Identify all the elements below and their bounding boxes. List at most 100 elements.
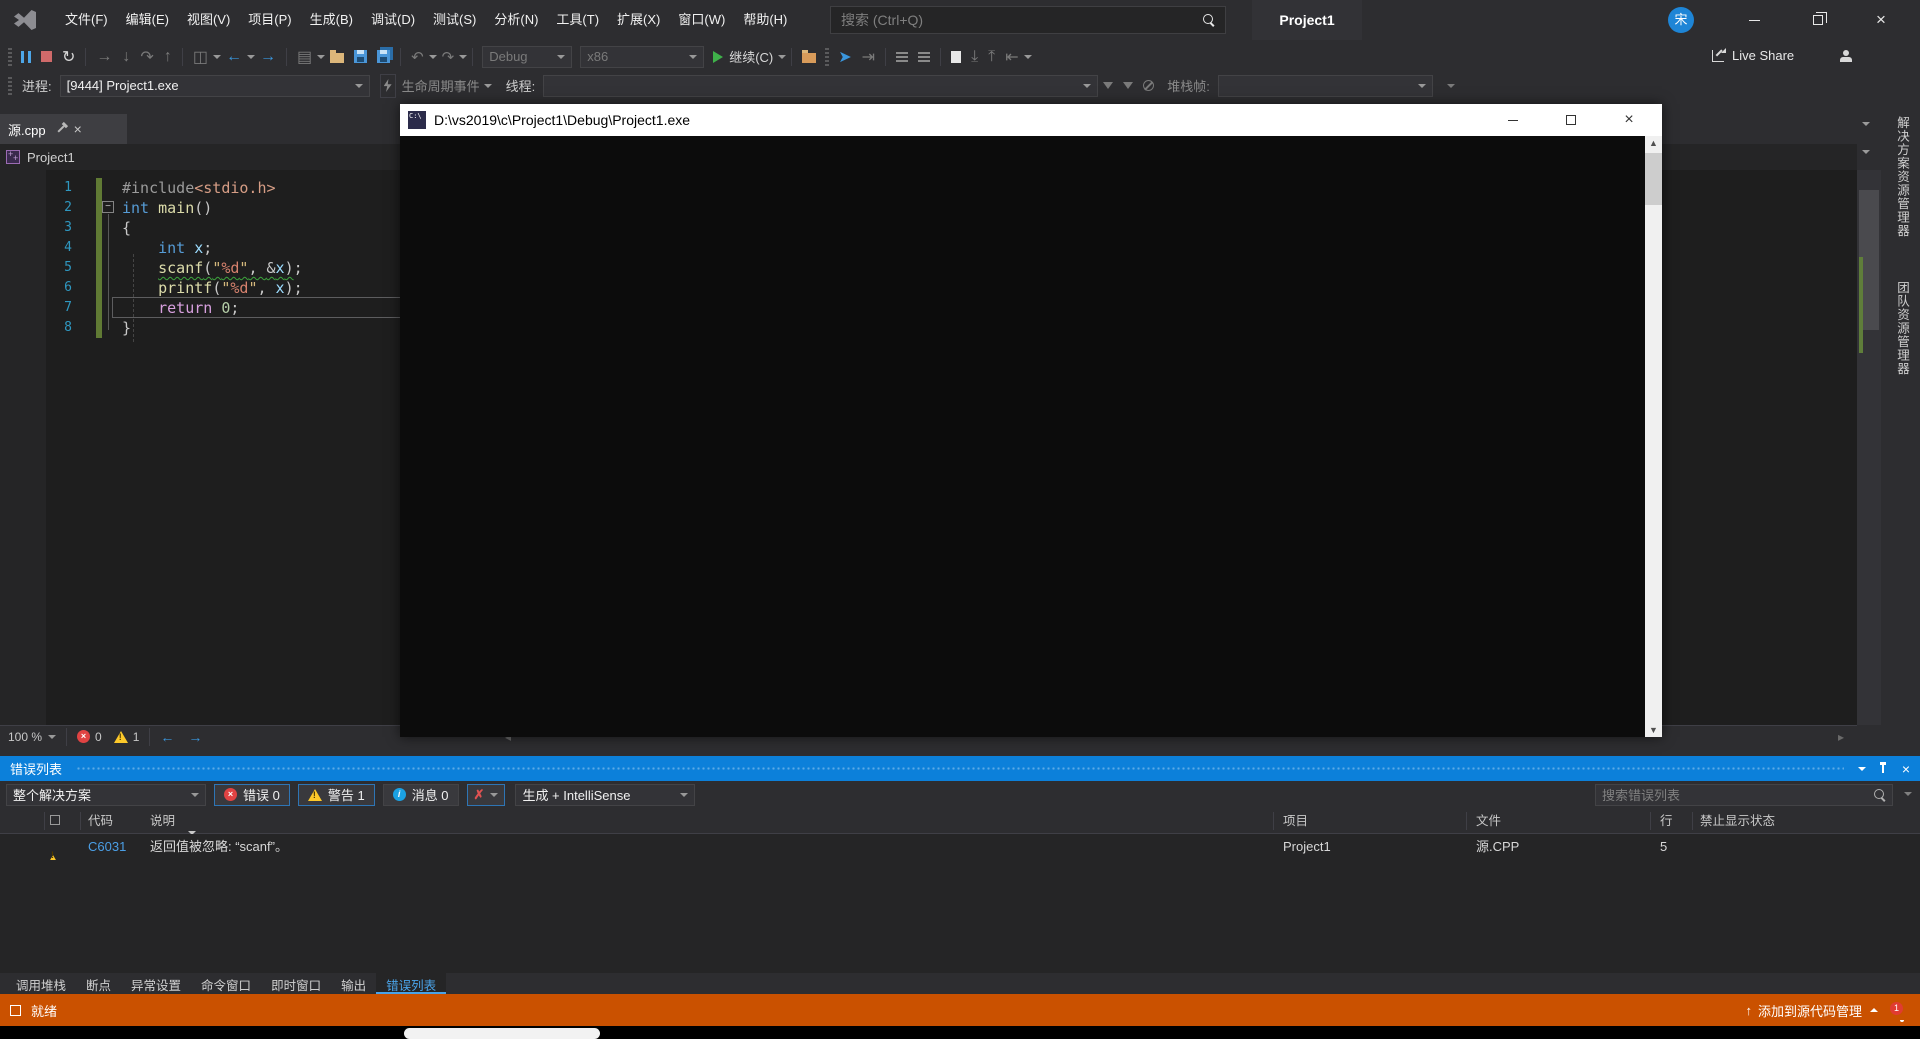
- code-line[interactable]: int x;: [122, 238, 212, 258]
- panel-tab[interactable]: 异常设置: [121, 973, 191, 994]
- add-to-source-control-button[interactable]: 添加到源代码管理: [1758, 1001, 1862, 1020]
- search-icon[interactable]: [1203, 14, 1215, 26]
- code-line[interactable]: return 0;: [122, 298, 239, 318]
- background-tasks-icon[interactable]: [10, 1005, 21, 1016]
- scope-filter-dropdown[interactable]: 整个解决方案: [6, 784, 206, 806]
- solution-configuration-dropdown[interactable]: Debug: [482, 46, 572, 68]
- close-icon[interactable]: ×: [1902, 761, 1910, 777]
- chevron-down-icon[interactable]: [247, 55, 255, 59]
- panel-tab[interactable]: 即时窗口: [261, 973, 331, 994]
- stop-debugging-button[interactable]: [38, 45, 55, 69]
- show-next-statement-button[interactable]: →: [93, 45, 115, 69]
- panel-tab[interactable]: 断点: [76, 973, 121, 994]
- column-line[interactable]: 行: [1660, 808, 1673, 834]
- console-window[interactable]: C:\ D:\vs2019\c\Project1\Debug\Project1.…: [400, 104, 1662, 737]
- menu-item[interactable]: 生成(B): [301, 0, 362, 40]
- show-next-statement-button[interactable]: ⇥: [859, 45, 878, 69]
- document-dropdown-icon[interactable]: [1862, 122, 1870, 126]
- flagged-only-button[interactable]: [1120, 74, 1136, 98]
- menu-item[interactable]: 扩展(X): [608, 0, 669, 40]
- chevron-down-icon[interactable]: [317, 55, 325, 59]
- console-title-bar[interactable]: C:\ D:\vs2019\c\Project1\Debug\Project1.…: [400, 104, 1662, 136]
- navigate-back-button[interactable]: ←: [223, 45, 245, 69]
- panel-tab[interactable]: 调用堆栈: [6, 973, 76, 994]
- document-tab-source-cpp[interactable]: 源.cpp ×: [0, 114, 127, 144]
- pin-icon[interactable]: [1882, 765, 1884, 773]
- undo-button[interactable]: ↶: [408, 45, 427, 69]
- live-share-button[interactable]: Live Share: [1712, 48, 1794, 63]
- window-position-icon[interactable]: [1858, 767, 1866, 771]
- chevron-down-icon[interactable]: [213, 55, 221, 59]
- menu-item[interactable]: 分析(N): [485, 0, 547, 40]
- step-shortcut-button[interactable]: ⤓: [968, 45, 981, 69]
- navigate-forward-button[interactable]: →: [257, 45, 279, 69]
- toolbar-overflow-icon[interactable]: [1447, 84, 1455, 88]
- redo-button[interactable]: ↷: [439, 45, 458, 69]
- navigation-dropdown-icon[interactable]: [1862, 150, 1870, 154]
- new-file-button[interactable]: ▤: [294, 45, 315, 69]
- chevron-down-icon[interactable]: [778, 55, 786, 59]
- close-button[interactable]: ×: [1858, 0, 1904, 40]
- continue-button[interactable]: 继续(C): [710, 45, 776, 69]
- code-line[interactable]: scanf("%d", &x);: [122, 258, 303, 278]
- menu-item[interactable]: 帮助(H): [734, 0, 796, 40]
- warnings-toggle-button[interactable]: 警告 1: [298, 784, 375, 806]
- scroll-down-icon[interactable]: ▼: [1645, 725, 1662, 735]
- messages-toggle-button[interactable]: i 消息 0: [383, 784, 459, 806]
- console-scrollbar[interactable]: ▲ ▼: [1645, 136, 1662, 737]
- process-dropdown[interactable]: [9444] Project1.exe: [60, 75, 370, 97]
- step-out-button[interactable]: ↑: [161, 45, 175, 69]
- step-into-button[interactable]: ↓: [119, 45, 133, 69]
- chevron-up-icon[interactable]: [1870, 1008, 1878, 1012]
- menu-item[interactable]: 编辑(E): [117, 0, 178, 40]
- scroll-up-icon[interactable]: ▲: [1645, 138, 1662, 148]
- restore-button[interactable]: [1795, 0, 1841, 40]
- chevron-down-icon[interactable]: [48, 735, 56, 739]
- side-panel-tab[interactable]: 团队资源管理器: [1893, 281, 1912, 376]
- navigate-forward-icon[interactable]: →: [188, 729, 202, 745]
- navigate-back-icon[interactable]: ←: [160, 729, 174, 745]
- chevron-down-icon[interactable]: [1024, 55, 1032, 59]
- toolbar-grip[interactable]: [825, 48, 829, 66]
- account-avatar[interactable]: 宋: [1668, 7, 1694, 33]
- source-filter-dropdown[interactable]: 生成 + IntelliSense: [515, 784, 695, 806]
- editor-vertical-scrollbar[interactable]: [1857, 170, 1881, 725]
- pin-icon[interactable]: [57, 125, 64, 132]
- stack-frame-dropdown[interactable]: [1218, 75, 1433, 97]
- error-indicator-icon[interactable]: ×: [77, 730, 90, 743]
- save-button[interactable]: [351, 45, 370, 69]
- toggle-method-view-button[interactable]: [1140, 74, 1157, 98]
- console-output-area[interactable]: [400, 136, 1662, 737]
- panel-tab[interactable]: 错误列表: [376, 973, 446, 994]
- zoom-level-value[interactable]: 100 %: [8, 730, 42, 744]
- fold-collapse-icon[interactable]: −: [102, 201, 114, 213]
- error-search-box[interactable]: 搜索错误列表: [1595, 784, 1893, 806]
- errors-toggle-button[interactable]: × 错误 0: [214, 784, 290, 806]
- panel-tab[interactable]: 输出: [331, 973, 376, 994]
- toolbar-grip[interactable]: [8, 48, 12, 66]
- column-description[interactable]: 说明: [150, 808, 175, 834]
- search-icon[interactable]: [1874, 789, 1886, 801]
- column-project[interactable]: 项目: [1283, 808, 1308, 834]
- minimize-button[interactable]: [1731, 0, 1777, 40]
- solution-platform-dropdown[interactable]: x86: [580, 46, 704, 68]
- close-icon[interactable]: ×: [74, 121, 82, 137]
- break-all-button[interactable]: [18, 45, 34, 69]
- code-line[interactable]: printf("%d", x);: [122, 278, 303, 298]
- error-list-row[interactable]: C6031 返回值被忽略: “scanf”。 Project1 源.CPP 5: [0, 834, 1920, 860]
- restart-button[interactable]: ↻: [59, 45, 78, 69]
- step-shortcut-button[interactable]: ⤒: [985, 45, 998, 69]
- save-all-button[interactable]: [374, 45, 393, 69]
- console-maximize-button[interactable]: [1542, 104, 1600, 136]
- clear-filters-button[interactable]: ✗: [467, 784, 506, 806]
- open-file-button[interactable]: [327, 45, 347, 69]
- menu-item[interactable]: 测试(S): [424, 0, 485, 40]
- thread-dropdown[interactable]: [543, 75, 1098, 97]
- error-list-title-bar[interactable]: 错误列表 ×: [0, 756, 1920, 781]
- column-file[interactable]: 文件: [1476, 808, 1501, 834]
- breakpoint-settings-button[interactable]: ◫: [190, 45, 211, 69]
- run-to-click-button[interactable]: ➤: [835, 45, 854, 69]
- taskbar-search-pill[interactable]: [404, 1028, 600, 1039]
- menu-item[interactable]: 文件(F): [56, 0, 117, 40]
- lifecycle-events-button[interactable]: [380, 74, 396, 98]
